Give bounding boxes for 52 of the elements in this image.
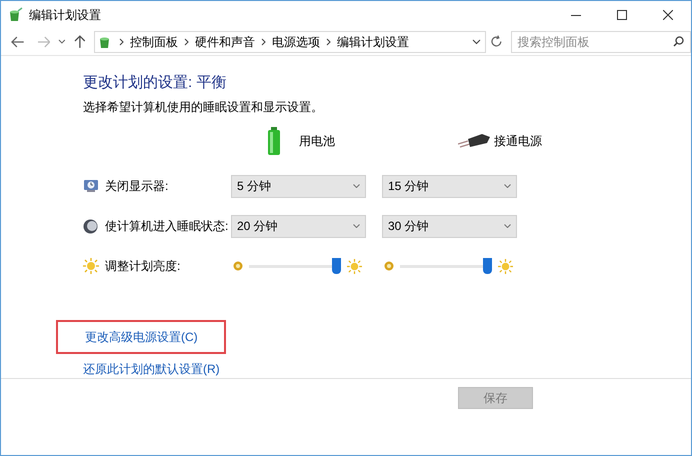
slider-thumb[interactable] [332,258,341,274]
chevron-icon[interactable] [184,38,189,46]
breadcrumb-item[interactable]: 编辑计划设置 [336,32,409,51]
close-icon [663,10,673,20]
dim-sun-icon [384,261,394,272]
up-arrow-icon[interactable] [74,35,86,48]
settings-link[interactable]: 还原此计划的默认设置(R) [83,360,220,378]
back-arrow-icon[interactable] [11,36,25,48]
breadcrumb-item[interactable]: 硬件和声音 [194,32,255,51]
column-header: 用电池 [299,133,335,150]
setting-label: 关闭显示器: [105,178,170,196]
caret-icon [504,184,511,188]
window-title: 编辑计划设置 [29,7,101,24]
caret-icon [353,184,360,188]
dropdown[interactable]: 5 分钟 [231,174,366,198]
chevron-icon[interactable] [118,38,124,46]
caret-icon [353,224,360,228]
dropdown[interactable]: 15 分钟 [382,174,517,198]
monitor-icon [83,179,99,194]
caret-icon[interactable] [58,39,66,44]
slider-thumb[interactable] [483,258,492,274]
settings-link[interactable]: 更改高级电源设置(C) [56,320,226,354]
battery-icon [267,127,281,156]
breadcrumb-item[interactable]: 控制面板 [130,32,178,51]
dropdown[interactable]: 20 分钟 [231,214,366,238]
bright-sun-icon [347,258,362,274]
setting-label: 使计算机进入睡眠状态: [105,218,230,236]
sun-icon [83,258,99,274]
dropdown[interactable]: 30 分钟 [382,214,517,238]
search-placeholder: 搜索控制面板 [518,34,590,51]
maximize-icon [617,10,627,20]
breadcrumb-item[interactable]: 电源选项 [272,32,320,51]
brightness-slider[interactable] [249,258,341,274]
column-header: 接通电源 [494,133,542,150]
page-heading: 更改计划的设置: 平衡 [83,72,228,93]
search-field[interactable]: 搜索控制面板 [510,30,691,53]
chevron-icon[interactable] [326,38,331,46]
caret-icon [504,224,511,228]
control-panel-icon [7,7,23,23]
search-icon[interactable] [672,36,684,48]
chevron-icon[interactable] [260,38,266,46]
page-description: 选择希望计算机使用的睡眠设置和显示设置。 [83,99,324,116]
bright-sun-icon [498,258,513,274]
power-plug-icon [458,134,490,148]
dropdown-caret-icon[interactable] [472,38,481,45]
dim-sun-icon [233,261,243,272]
minimize-icon [571,14,581,16]
setting-label: 调整计划亮度: [105,258,182,276]
refresh-icon[interactable] [490,35,502,48]
address-bar[interactable]: 控制面板 硬件和声音 电源选项 编辑计划设置 [94,30,486,53]
moon-icon [83,218,98,234]
brightness-slider[interactable] [400,258,492,274]
